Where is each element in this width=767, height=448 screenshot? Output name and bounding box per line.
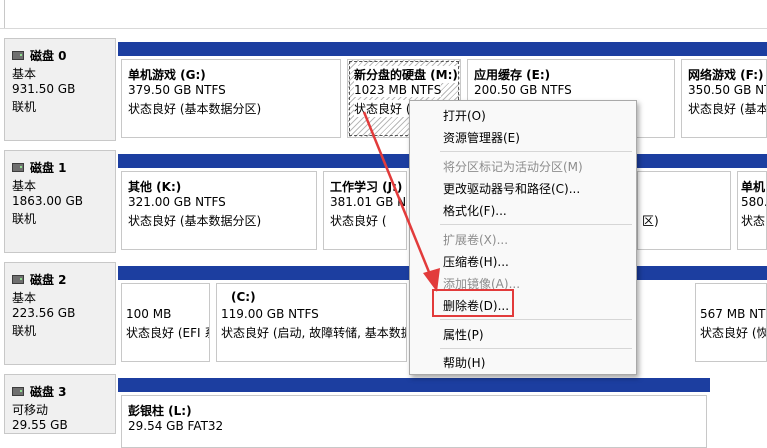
annotation-arrow-icon [362, 111, 440, 292]
